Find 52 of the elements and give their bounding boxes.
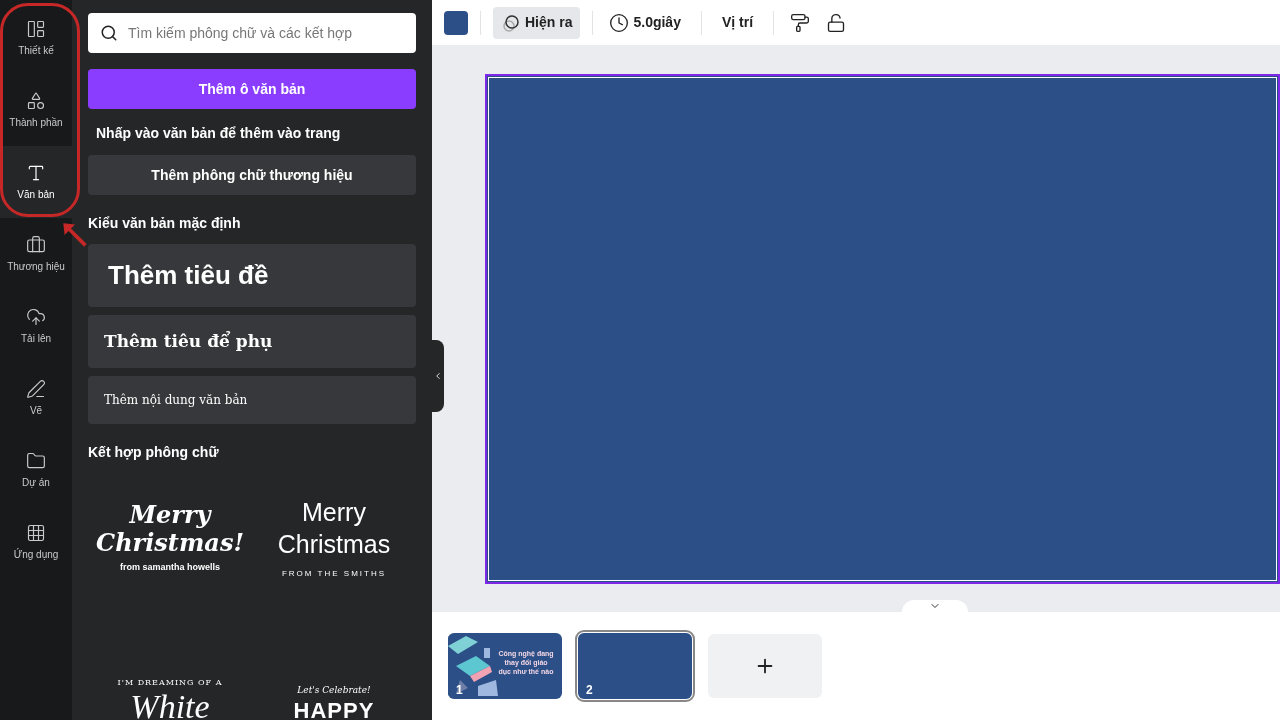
section-title: Kết hợp phông chữ (88, 443, 220, 462)
font-combination[interactable]: Merry Christmas FROM THE SMITHS (252, 475, 416, 600)
sidebar-item[interactable]: Dự án (0, 434, 72, 506)
font-combination[interactable]: I'M DREAMING OF A White (88, 620, 252, 720)
collapse-panel-handle[interactable] (432, 340, 444, 412)
page-number: 1 (456, 682, 463, 699)
text-style-option[interactable]: Thêm tiêu đề (88, 244, 416, 307)
search-icon (100, 24, 118, 42)
combination-text: Merry (129, 500, 211, 529)
duration-button[interactable]: 5.0giây (605, 6, 685, 39)
section-title: Kiểu văn bản mặc định (88, 214, 242, 233)
sidebar-item[interactable]: Thành phần (0, 74, 72, 146)
color-swatch[interactable] (444, 10, 468, 35)
paint-roller-icon[interactable] (790, 12, 811, 33)
combination-text: Merry (302, 496, 366, 528)
search-field[interactable]: Tìm kiếm phông chữ và các kết hợp (88, 13, 416, 53)
unlock-icon[interactable] (826, 12, 847, 33)
combination-text: HAPPY (293, 697, 375, 720)
chevron-left-icon (433, 371, 443, 381)
clock-icon (609, 12, 630, 33)
page-thumbnail[interactable]: 2 (578, 633, 692, 699)
add-textbox-button[interactable]: Thêm ô văn bản (88, 69, 416, 109)
shapes-icon (26, 90, 46, 111)
page-number: 2 (586, 682, 593, 699)
animation-icon (501, 12, 521, 33)
layout-icon (26, 18, 46, 39)
cloud-upload-icon (26, 306, 46, 327)
brand-fonts-button[interactable]: Thêm phông chữ thương hiệu (88, 155, 416, 195)
combination-text: FROM THE SMITHS (281, 567, 387, 580)
grid-icon (26, 522, 46, 543)
briefcase-icon (26, 234, 46, 255)
font-combination[interactable]: Merry Christmas! from samantha howells (88, 475, 252, 600)
combination-text: from samantha howells (120, 560, 220, 574)
animate-button[interactable]: Hiện ra (493, 6, 581, 39)
text-style-option[interactable]: Thêm tiêu để phụ (88, 315, 416, 368)
sidebar-item[interactable]: Văn bản (0, 146, 72, 218)
hint-text: Nhấp vào văn bản để thêm vào trang (96, 124, 342, 143)
combination-text: Christmas! (96, 528, 244, 557)
font-combination[interactable]: Let's Celebrate! HAPPY (252, 620, 416, 720)
sidebar-item[interactable]: Ứng dụng (0, 506, 72, 578)
pen-icon (26, 378, 46, 399)
text-style-option[interactable]: Thêm nội dung văn bản (88, 376, 416, 424)
position-button[interactable]: Vị trí (717, 6, 758, 39)
combination-text: Christmas (277, 528, 391, 560)
sidebar-item[interactable]: Vẽ (0, 362, 72, 434)
sidebar-item[interactable]: Thương hiệu (0, 218, 72, 290)
combination-text: White (130, 689, 210, 720)
combination-text: Let's Celebrate! (297, 683, 371, 697)
folder-icon (26, 450, 46, 471)
sidebar-item[interactable]: Thiết kế (0, 2, 72, 74)
combination-text: I'M DREAMING OF A (117, 677, 223, 689)
sidebar-item[interactable]: Tải lên (0, 290, 72, 362)
